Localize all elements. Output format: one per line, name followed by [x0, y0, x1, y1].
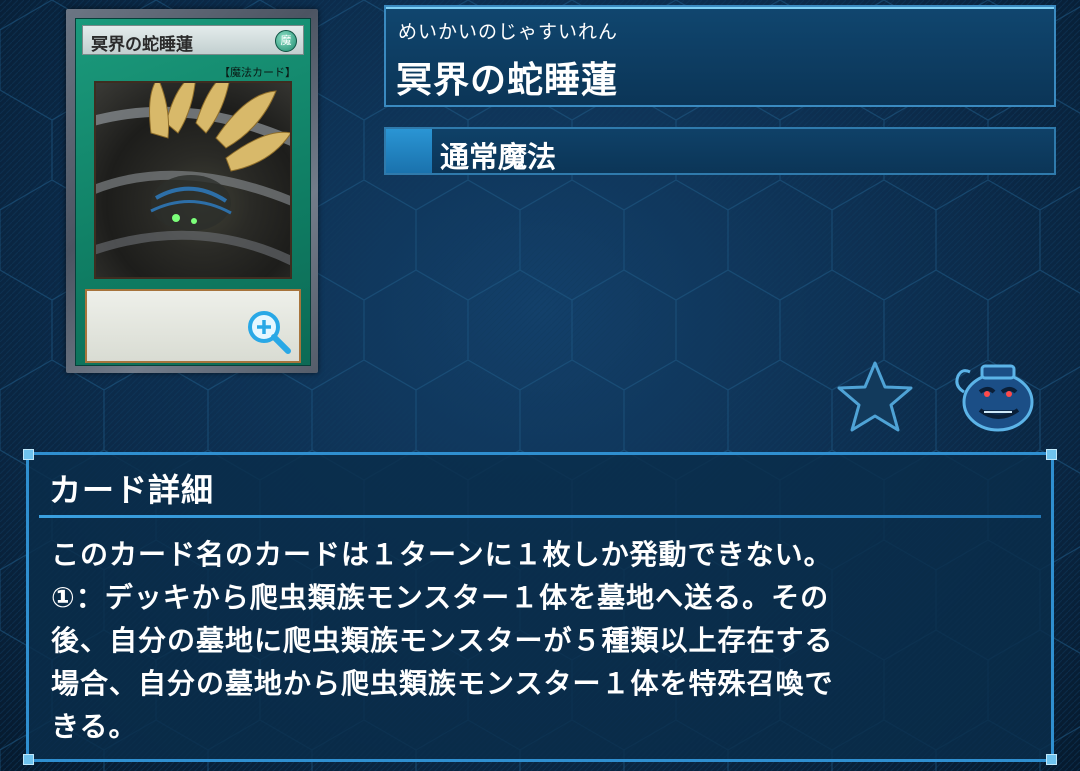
lotus-illustration	[96, 83, 290, 266]
card-footer	[94, 364, 292, 370]
card-illustration	[94, 81, 292, 279]
panel-corner	[1046, 449, 1057, 460]
card-name-panel: めいかいのじゃすいれん 冥界の蛇睡蓮	[384, 5, 1056, 107]
card-reading: めいかいのじゃすいれん	[398, 21, 619, 43]
card-type-label: 通常魔法	[440, 140, 557, 174]
card-art-name: 冥界の蛇睡蓮	[91, 35, 193, 55]
star-icon[interactable]	[836, 360, 914, 432]
card-art-type: 【魔法カード】	[219, 66, 296, 79]
card-effect-text: このカード名のカードは１ターンに１枚しか発動できない。 ①：デッキから爬虫類族モ…	[51, 538, 834, 743]
card-detail-panel: カード詳細 このカード名のカードは１ターンに１枚しか発動できない。 ①：デッキか…	[23, 449, 1057, 765]
panel-corner	[23, 449, 34, 460]
panel-corner	[1046, 754, 1057, 765]
card-image[interactable]: 冥界の蛇睡蓮 魔 【魔法カード】	[66, 9, 318, 373]
type-color-swatch	[386, 129, 432, 173]
pot-of-greed-icon[interactable]	[952, 358, 1038, 434]
card-detail-screen: 冥界の蛇睡蓮 魔 【魔法カード】 めいかいのじゃすいれん 冥界の蛇睡蓮 通常魔法…	[0, 0, 1080, 771]
panel-corner	[23, 754, 34, 765]
detail-divider	[39, 515, 1041, 518]
card-art-name-bar: 冥界の蛇睡蓮 魔	[82, 25, 304, 55]
spell-attribute-icon: 魔	[275, 30, 297, 52]
detail-header: カード詳細	[49, 471, 215, 509]
card-title: 冥界の蛇睡蓮	[396, 60, 619, 101]
zoom-in-icon[interactable]	[246, 309, 292, 355]
card-body: 冥界の蛇睡蓮 魔 【魔法カード】	[75, 18, 311, 366]
card-type-panel: 通常魔法	[384, 127, 1056, 175]
